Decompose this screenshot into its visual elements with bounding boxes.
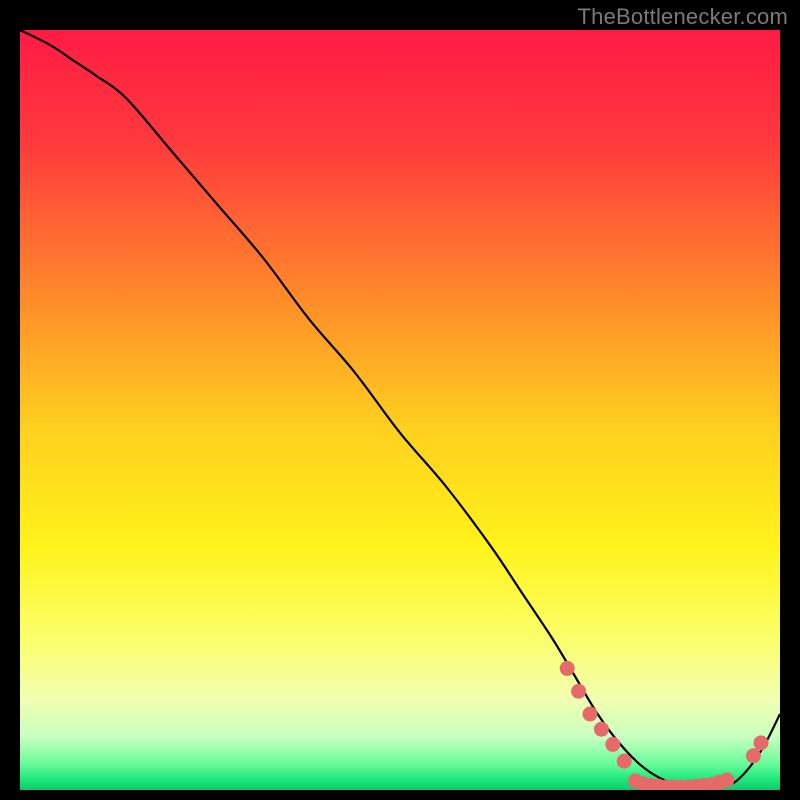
data-marker [617,754,632,769]
data-marker [746,748,761,763]
plot-area [20,30,780,790]
data-marker [560,661,575,676]
gradient-background [20,30,780,790]
data-marker [754,735,769,750]
data-marker [594,722,609,737]
data-marker [571,684,586,699]
data-marker [583,707,598,722]
data-marker [719,773,734,788]
attribution-label: TheBottlenecker.com [578,4,788,30]
data-marker [605,737,620,752]
chart-frame: TheBottlenecker.com [0,0,800,800]
chart-svg [20,30,780,790]
